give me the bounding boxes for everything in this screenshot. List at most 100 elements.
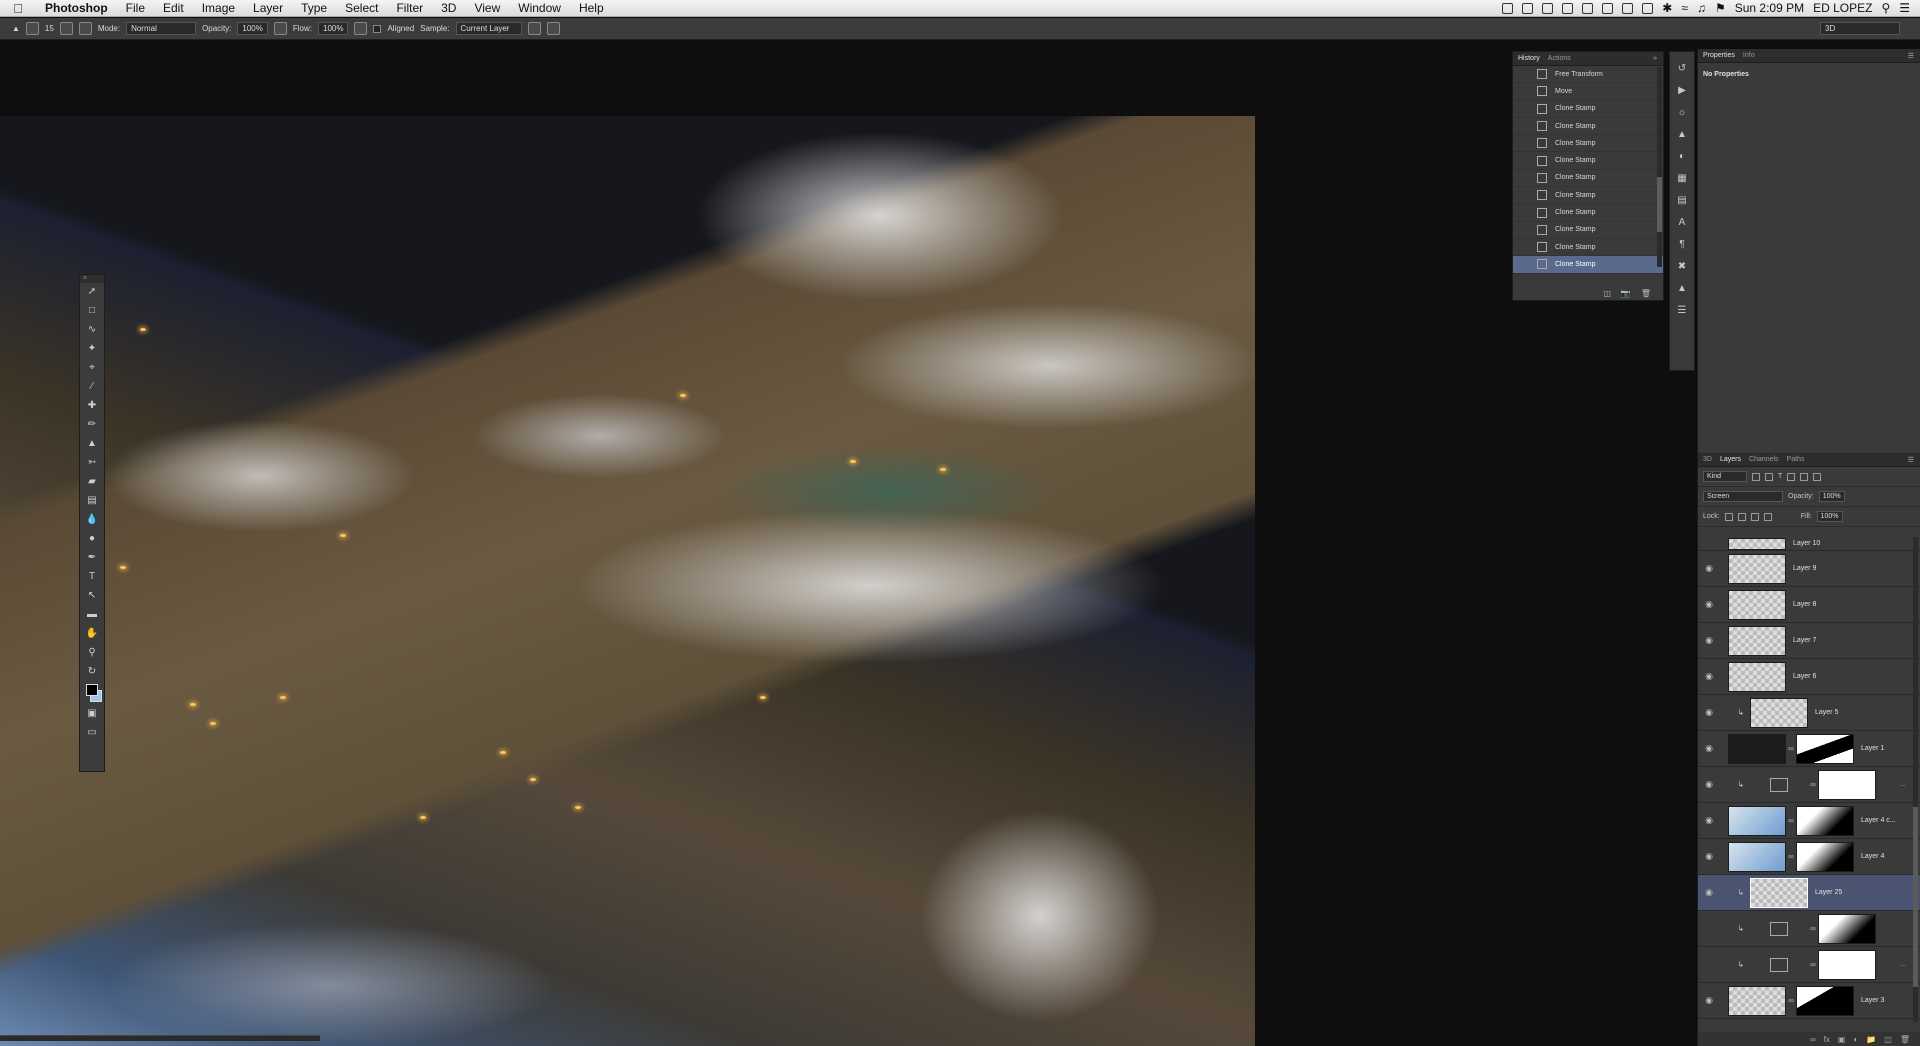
- visibility-eye-icon[interactable]: ◉: [1698, 779, 1720, 790]
- visibility-eye-icon[interactable]: ◉: [1698, 599, 1720, 610]
- brush-presets-panel-icon[interactable]: ☰: [1676, 304, 1689, 317]
- healing-brush-tool-icon[interactable]: ✚: [85, 399, 99, 413]
- visibility-eye-icon[interactable]: ◉: [1698, 671, 1720, 682]
- adjustment-layer-row[interactable]: ◉ ↳ ∞ ...: [1698, 767, 1920, 803]
- clone-stamp-tool-icon[interactable]: ▲: [85, 437, 99, 451]
- pressure-size-icon[interactable]: [546, 22, 560, 35]
- ignore-adjustment-layers-icon[interactable]: [527, 22, 541, 35]
- layer-mask-thumbnail[interactable]: [1796, 733, 1854, 764]
- layer-style-icon[interactable]: fx: [1824, 1035, 1830, 1044]
- layer-name[interactable]: Layer 8: [1793, 601, 1816, 608]
- layer-mask-thumbnail[interactable]: [1796, 805, 1854, 836]
- history-brush-tool-icon[interactable]: ➳: [85, 456, 99, 470]
- visibility-eye-icon[interactable]: ◉: [1698, 707, 1720, 718]
- horizontal-scrollbar[interactable]: [0, 1035, 320, 1041]
- add-mask-icon[interactable]: ▣: [1838, 1035, 1846, 1044]
- hand-tool-icon[interactable]: ✋: [85, 627, 99, 641]
- mode-select[interactable]: Normal: [126, 22, 197, 35]
- bluetooth-icon[interactable]: ✱: [1662, 1, 1672, 15]
- history-item[interactable]: Clone Stamp: [1513, 187, 1663, 205]
- pressure-opacity-icon[interactable]: [273, 22, 287, 35]
- history-item[interactable]: Clone Stamp: [1513, 170, 1663, 188]
- clone-stamp-tool-icon[interactable]: ▲: [12, 24, 20, 33]
- aligned-checkbox[interactable]: [373, 24, 382, 33]
- clock[interactable]: Sun 2:09 PM: [1735, 1, 1804, 15]
- mask-link-icon[interactable]: ∞: [1786, 816, 1796, 825]
- swap-colors-icon[interactable]: ↻: [85, 665, 99, 679]
- zoom-tool-icon[interactable]: ⚲: [85, 646, 99, 660]
- layers-scrollbar[interactable]: [1913, 537, 1918, 1022]
- mask-link-icon[interactable]: ∞: [1808, 960, 1818, 969]
- history-item[interactable]: Clone Stamp: [1513, 135, 1663, 153]
- filter-toggle-icon[interactable]: [1813, 472, 1822, 481]
- mask-link-icon[interactable]: ∞: [1786, 744, 1796, 753]
- layer-row[interactable]: ◉ Layer 7: [1698, 623, 1920, 659]
- layer-mask-thumbnail[interactable]: [1818, 769, 1876, 800]
- crop-tool-icon[interactable]: ⌖: [85, 361, 99, 375]
- time-machine-icon[interactable]: [1642, 2, 1654, 14]
- layer-mask-thumbnail[interactable]: [1796, 841, 1854, 872]
- history-item[interactable]: Move: [1513, 83, 1663, 101]
- menu-window[interactable]: Window: [509, 1, 570, 15]
- workspace-switcher[interactable]: 3D: [1820, 22, 1900, 35]
- layer-name[interactable]: Layer 7: [1793, 637, 1816, 644]
- blend-mode-select[interactable]: Screen: [1703, 491, 1783, 502]
- visibility-eye-icon[interactable]: ◉: [1698, 995, 1720, 1006]
- swatches-panel-icon[interactable]: ▦: [1676, 172, 1689, 185]
- history-item[interactable]: Clone Stamp: [1513, 204, 1663, 222]
- trash-icon[interactable]: 🗑: [1900, 1035, 1910, 1044]
- layer-name[interactable]: Layer 1: [1861, 745, 1884, 752]
- panel-collapse-icon[interactable]: »: [1653, 55, 1657, 62]
- visibility-eye-icon[interactable]: ◉: [1698, 635, 1720, 646]
- filter-pixel-icon[interactable]: [1752, 472, 1760, 481]
- visibility-eye-icon[interactable]: ◉: [1698, 851, 1720, 862]
- type-tool-icon[interactable]: T: [85, 570, 99, 584]
- trash-icon[interactable]: 🗑: [1641, 289, 1651, 298]
- marquee-tool-icon[interactable]: □: [85, 304, 99, 318]
- color-panel-icon[interactable]: ◐: [1676, 150, 1689, 163]
- layer-name[interactable]: Layer 4 c...: [1861, 817, 1896, 824]
- tab-3d[interactable]: 3D: [1703, 456, 1712, 463]
- notification-center-icon[interactable]: ☰: [1899, 1, 1910, 15]
- flow-field[interactable]: 100%: [318, 22, 349, 35]
- blur-tool-icon[interactable]: 💧: [85, 513, 99, 527]
- tab-actions[interactable]: Actions: [1548, 55, 1571, 62]
- tab-layers[interactable]: Layers: [1720, 456, 1741, 463]
- layer-row[interactable]: ◉ ↳ Layer 5: [1698, 695, 1920, 731]
- mask-link-icon[interactable]: ∞: [1808, 924, 1818, 933]
- layer-row[interactable]: ◉ Layer 9: [1698, 551, 1920, 587]
- layer-row-selected[interactable]: ◉ ↳ Layer 25: [1698, 875, 1920, 911]
- foreground-color-swatch[interactable]: [86, 684, 98, 696]
- styles-panel-icon[interactable]: ▤: [1676, 194, 1689, 207]
- tab-paths[interactable]: Paths: [1787, 456, 1805, 463]
- menu-type[interactable]: Type: [292, 1, 336, 15]
- tab-properties[interactable]: Properties: [1703, 52, 1735, 59]
- menu-help[interactable]: Help: [570, 1, 613, 15]
- move-tool-icon[interactable]: ➚: [85, 285, 99, 299]
- layers-scroll-thumb[interactable]: [1913, 807, 1918, 987]
- wifi-icon[interactable]: ≈: [1681, 1, 1688, 15]
- dodge-tool-icon[interactable]: ●: [85, 532, 99, 546]
- character-panel-icon[interactable]: A: [1676, 216, 1689, 229]
- tray-app-icon[interactable]: [1622, 2, 1634, 14]
- layer-name[interactable]: Layer 4: [1861, 853, 1884, 860]
- new-group-icon[interactable]: 📁: [1866, 1035, 1876, 1044]
- menu-select[interactable]: Select: [336, 1, 387, 15]
- tray-app-icon[interactable]: [1602, 2, 1614, 14]
- gradient-tool-icon[interactable]: ▤: [85, 494, 99, 508]
- menu-view[interactable]: View: [465, 1, 509, 15]
- new-document-from-state-icon[interactable]: ◫: [1603, 289, 1611, 298]
- lasso-tool-icon[interactable]: ∿: [85, 323, 99, 337]
- flag-icon[interactable]: ⚑: [1715, 1, 1726, 15]
- layer-opacity-field[interactable]: 100%: [1818, 491, 1845, 502]
- panel-menu-icon[interactable]: ☰: [1908, 52, 1914, 60]
- menu-edit[interactable]: Edit: [154, 1, 193, 15]
- brush-tool-icon[interactable]: ✏: [85, 418, 99, 432]
- layer-row[interactable]: ◉ Layer 6: [1698, 659, 1920, 695]
- history-item[interactable]: Clone Stamp: [1513, 118, 1663, 136]
- tools-panel-header[interactable]: ×: [80, 275, 104, 283]
- toggle-brush-panel-icon[interactable]: [59, 22, 73, 35]
- layer-name[interactable]: Layer 6: [1793, 673, 1816, 680]
- history-panel-icon[interactable]: ↺: [1676, 62, 1689, 75]
- new-snapshot-icon[interactable]: 📷: [1621, 289, 1631, 298]
